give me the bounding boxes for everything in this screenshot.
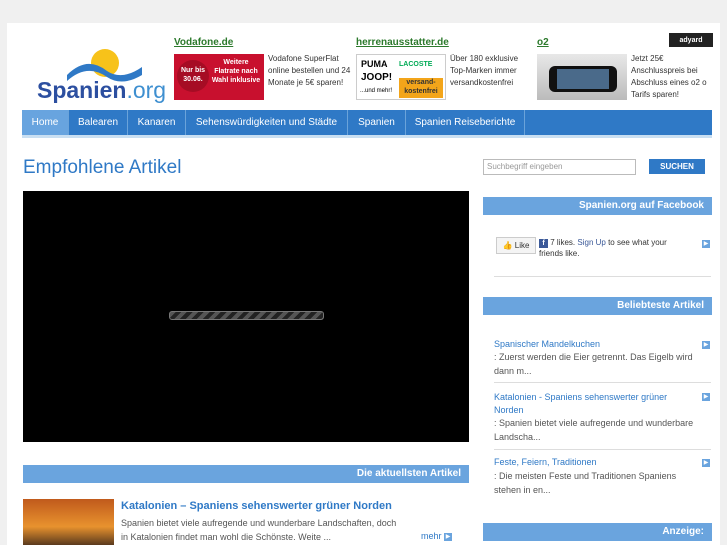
nav-item-kanaren[interactable]: Kanaren	[128, 110, 186, 135]
ad-description: Jetzt 25€ Anschlusspreis bei Abschluss e…	[631, 54, 707, 99]
facebook-icon: f	[539, 239, 548, 248]
facebook-header: Spanien.org auf Facebook	[483, 197, 712, 215]
ad-image[interactable]: Nur bis 30.06. Weitere Flatrate nach Wahl…	[174, 54, 264, 100]
logo-tld: .org	[126, 77, 167, 103]
site-logo[interactable]: Spanien.org	[37, 45, 166, 105]
ad-herrenausstatter[interactable]: herrenausstatter.de PUMA LACOSTE JOOP! .…	[356, 37, 534, 101]
article-title[interactable]: Katalonien – Spaniens sehenswerter grüne…	[121, 500, 392, 512]
nav-item-balearen[interactable]: Balearen	[69, 110, 128, 135]
arrow-right-icon[interactable]: ▶	[702, 393, 710, 401]
divider	[494, 382, 711, 383]
popular-item-title[interactable]: Feste, Feiern, Traditionen	[494, 457, 597, 467]
popular-item-title[interactable]: Katalonien - Spaniens sehenswerter grüne…	[494, 391, 689, 417]
search-button[interactable]: SUCHEN	[649, 159, 705, 174]
ad-phone-image[interactable]	[537, 54, 627, 100]
popular-item-desc: : Zuerst werden die Eier getrennt. Das E…	[494, 352, 693, 376]
page-title: Empfohlene Artikel	[23, 157, 182, 178]
ad-description: Vodafone SuperFlat online bestellen und …	[268, 54, 351, 87]
more-label[interactable]: mehr	[421, 531, 442, 541]
popular-item-title[interactable]: Spanischer Mandelkuchen	[494, 339, 600, 349]
popular-item-desc: : Die meisten Feste und Traditionen Span…	[494, 471, 677, 495]
arrow-right-icon[interactable]: ▶	[702, 459, 710, 467]
logo-name: Spanien	[37, 77, 127, 103]
ad-image[interactable]: PUMA LACOSTE JOOP! ...und mehr! versand-…	[356, 54, 446, 100]
nav-item-home[interactable]: Home	[22, 110, 69, 135]
facebook-like-button[interactable]: 👍 Like	[496, 237, 536, 254]
facebook-like-info: f 7 likes. Sign Up to see what your frie…	[539, 237, 689, 259]
ad-description: Über 180 exklusive Top-Marken immer vers…	[450, 54, 519, 87]
main-navigation: Home Balearen Kanaren Sehenswürdigkeiten…	[22, 110, 712, 138]
arrow-right-icon: ▶	[444, 532, 453, 541]
arrow-right-icon[interactable]: ▶	[702, 341, 710, 349]
loading-bar	[169, 311, 324, 320]
article-excerpt: Spanien bietet viele aufregende und wund…	[121, 518, 397, 542]
divider	[494, 276, 711, 277]
page: Spanien.org Vodafone.de Nur bis 30.06. We…	[7, 23, 720, 545]
nav-item-sehenswuerdigkeiten[interactable]: Sehenswürdigkeiten und Städte	[186, 110, 348, 135]
adyard-logo[interactable]: adyard	[669, 33, 713, 47]
nav-item-reiseberichte[interactable]: Spanien Reiseberichte	[406, 110, 525, 135]
article-thumbnail[interactable]	[23, 499, 114, 545]
latest-articles-header: Die aktuellsten Artikel	[23, 465, 469, 483]
arrow-right-icon[interactable]: ▶	[702, 240, 710, 248]
signup-link[interactable]: Sign Up	[577, 238, 605, 247]
ad-vodafone[interactable]: Vodafone.de Nur bis 30.06. Weitere Flatra…	[174, 37, 352, 101]
popular-articles-header: Beliebteste Artikel	[483, 297, 712, 315]
video-player[interactable]	[23, 191, 469, 442]
search-input[interactable]: Suchbegriff eingeben	[483, 159, 636, 175]
ad-head[interactable]: herrenausstatter.de	[356, 37, 534, 48]
ad-head[interactable]: Vodafone.de	[174, 37, 352, 48]
more-link[interactable]: mehr ▶	[421, 531, 453, 541]
popular-item-desc: : Spanien bietet viele aufregende und wu…	[494, 418, 694, 442]
anzeige-header: Anzeige:	[483, 523, 712, 541]
divider	[494, 449, 711, 450]
nav-item-spanien[interactable]: Spanien	[348, 110, 406, 135]
like-label[interactable]: Like	[515, 241, 530, 250]
likes-count: 7 likes.	[550, 238, 576, 247]
